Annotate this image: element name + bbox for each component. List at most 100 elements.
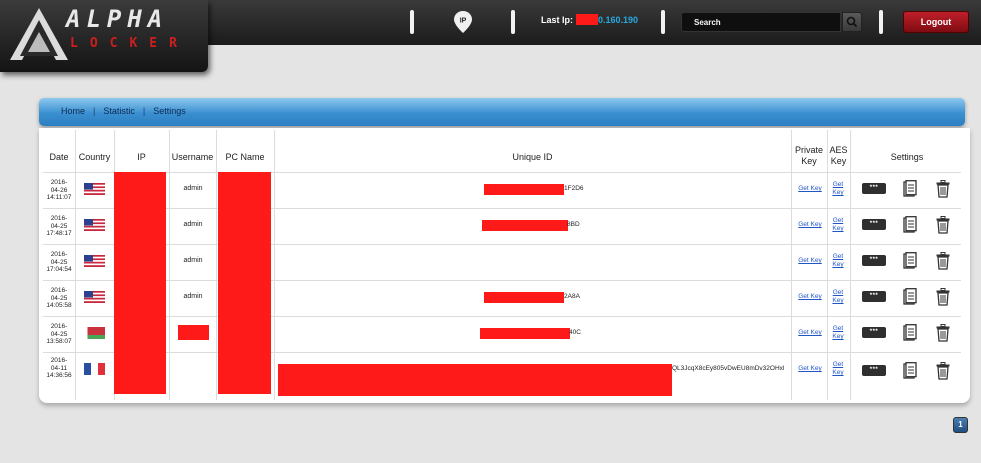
- redaction: [218, 172, 271, 394]
- get-private-key-link[interactable]: Get Key: [795, 221, 825, 229]
- header-date: Date: [49, 152, 69, 162]
- trash-icon[interactable]: [936, 288, 950, 306]
- trash-icon[interactable]: [936, 362, 950, 380]
- get-aes-key-link[interactable]: Get Key: [828, 325, 848, 341]
- logo-subtitle: LOCKER: [70, 36, 189, 51]
- last-ip-label: Last Ip:: [541, 15, 574, 25]
- header-ip: IP: [137, 152, 146, 162]
- row-date: 2016- 04-11 14:36:56: [46, 357, 72, 379]
- key-icon[interactable]: ***: [862, 183, 886, 194]
- us-flag-icon: [84, 255, 105, 267]
- logo[interactable]: ALPHA LOCKER: [0, 0, 208, 72]
- redaction: [484, 184, 564, 195]
- column-divider: [169, 130, 170, 400]
- row-divider: [43, 172, 961, 173]
- redaction: [482, 220, 568, 231]
- document-icon[interactable]: [903, 324, 917, 342]
- document-icon[interactable]: [903, 288, 917, 306]
- us-flag-icon: [84, 183, 105, 195]
- search-button[interactable]: [842, 12, 862, 32]
- row-date: 2016- 04-25 17:04:54: [46, 251, 72, 273]
- nav-home[interactable]: Home: [61, 106, 85, 116]
- header-aes-key: AES Key: [829, 145, 848, 166]
- header-unique-id: Unique ID: [512, 152, 553, 162]
- redaction: [484, 292, 564, 303]
- separator: [410, 10, 414, 34]
- row-divider: [43, 208, 961, 209]
- row-username: admin: [183, 221, 203, 228]
- search-input[interactable]: [681, 12, 841, 32]
- header-username: Username: [171, 152, 214, 162]
- header-pc-name: PC Name: [225, 152, 265, 162]
- separator: [879, 10, 883, 34]
- key-icon[interactable]: ***: [862, 291, 886, 302]
- last-ip: Last Ip: 0.160.190: [541, 14, 638, 25]
- key-icon[interactable]: ***: [862, 255, 886, 266]
- get-aes-key-link[interactable]: Get Key: [828, 217, 848, 233]
- redaction: [480, 328, 570, 339]
- svg-text:IP: IP: [460, 18, 467, 25]
- document-icon[interactable]: [903, 180, 917, 198]
- row-username: admin: [183, 185, 203, 192]
- row-unique-id: 1F2D6: [564, 185, 584, 192]
- row-unique-id: 8BD: [567, 221, 580, 228]
- column-divider: [791, 130, 792, 400]
- nav-settings[interactable]: Settings: [153, 106, 186, 116]
- document-icon[interactable]: [903, 362, 917, 380]
- row-divider: [43, 280, 961, 281]
- key-icon[interactable]: ***: [862, 219, 886, 230]
- row-username: admin: [183, 293, 203, 300]
- trash-icon[interactable]: [936, 216, 950, 234]
- last-ip-value: 0.160.190: [598, 15, 639, 25]
- get-aes-key-link[interactable]: Get Key: [828, 361, 848, 377]
- redaction: [278, 364, 672, 396]
- header-private-key: Private Key: [794, 145, 823, 166]
- get-private-key-link[interactable]: Get Key: [795, 293, 825, 301]
- row-unique-id: QL3JcqX8cEy805vDwEU8mDv32OHxl: [672, 365, 785, 372]
- separator: [511, 10, 515, 34]
- nav-statistic[interactable]: Statistic: [103, 106, 135, 116]
- redaction: [576, 14, 599, 25]
- header-settings: Settings: [890, 152, 924, 162]
- search-icon: [846, 16, 858, 28]
- document-icon[interactable]: [903, 252, 917, 270]
- column-divider: [216, 130, 217, 400]
- row-date: 2016- 04-25 13:58:07: [46, 323, 72, 345]
- row-date: 2016- 04-25 14:05:58: [46, 287, 72, 309]
- row-username: admin: [183, 257, 203, 264]
- get-private-key-link[interactable]: Get Key: [795, 329, 825, 337]
- us-flag-icon: [84, 219, 105, 231]
- row-date: 2016- 04-25 17:48:17: [46, 215, 72, 237]
- trash-icon[interactable]: [936, 252, 950, 270]
- trash-icon[interactable]: [936, 180, 950, 198]
- redaction: [114, 172, 166, 394]
- logout-button[interactable]: Logout: [903, 11, 969, 33]
- pagination-page-button[interactable]: 1: [953, 417, 968, 433]
- alpha-logo-icon: [10, 8, 68, 60]
- get-private-key-link[interactable]: Get Key: [795, 365, 825, 373]
- get-aes-key-link[interactable]: Get Key: [828, 181, 848, 197]
- column-divider: [274, 130, 275, 400]
- get-private-key-link[interactable]: Get Key: [795, 185, 825, 193]
- ip-pin-icon[interactable]: IP: [453, 10, 473, 34]
- header-country: Country: [78, 152, 111, 162]
- row-unique-id: 40C: [569, 329, 581, 336]
- france-flag-icon: [84, 363, 105, 375]
- key-icon[interactable]: ***: [862, 327, 886, 338]
- row-divider: [43, 244, 961, 245]
- trash-icon[interactable]: [936, 324, 950, 342]
- key-icon[interactable]: ***: [862, 365, 886, 376]
- separator: [661, 10, 665, 34]
- get-private-key-link[interactable]: Get Key: [795, 257, 825, 265]
- column-divider: [850, 130, 851, 400]
- get-aes-key-link[interactable]: Get Key: [828, 253, 848, 269]
- row-divider: [43, 316, 961, 317]
- logo-title: ALPHA: [66, 5, 169, 33]
- get-aes-key-link[interactable]: Get Key: [828, 289, 848, 305]
- redaction: [178, 325, 209, 340]
- us-flag-icon: [84, 291, 105, 303]
- row-unique-id: 2A8A: [564, 293, 580, 300]
- document-icon[interactable]: [903, 216, 917, 234]
- breadcrumb: Home | Statistic | Settings: [61, 106, 186, 116]
- row-date: 2016- 04-26 14:11:07: [46, 179, 72, 201]
